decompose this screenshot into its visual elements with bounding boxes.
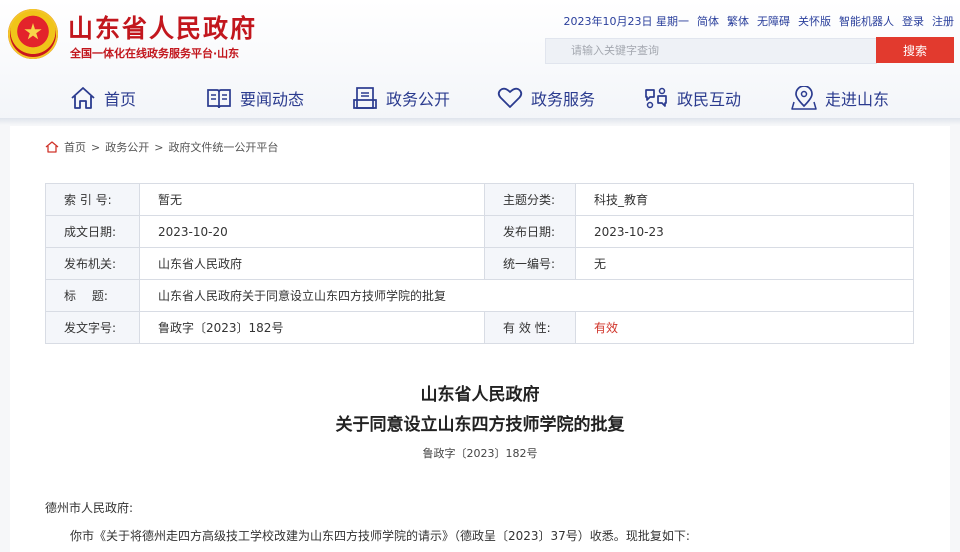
nav-item-interaction[interactable]: 政民互动 [643,78,741,118]
heart-icon [497,87,523,108]
breadcrumb-gov-affairs-open[interactable]: 政务公开 [105,139,149,155]
document-number-label: 发文字号: [45,311,140,344]
header-divider [0,118,960,125]
topic-category-value: 科技_教育 [575,183,914,216]
national-emblem-icon [8,9,58,59]
table-row: 发布机关: 山东省人民政府 统一编号: 无 [45,247,914,280]
register-link[interactable]: 注册 [932,13,954,29]
document-paragraph: 你市《关于将德州走四方高级技工学校改建为山东四方技师学院的请示》（德政呈〔202… [70,529,690,543]
breadcrumb-separator: > [154,140,164,154]
smart-robot-link[interactable]: 智能机器人 [839,13,894,29]
nav-label-gov-services: 政务服务 [531,90,596,109]
unified-number-value: 无 [575,247,914,280]
issuing-authority-label: 发布机关: [45,247,140,280]
nav-item-gov-affairs-open[interactable]: 政务公开 [352,78,450,118]
index-number-value: 暂无 [139,183,485,216]
validity-label: 有 效 性: [484,311,576,344]
table-row: 发文字号: 鲁政字〔2023〕182号 有 效 性: 有效 [45,311,914,344]
location-icon [791,86,817,110]
unified-number-label: 统一编号: [484,247,576,280]
site-header: 山东省人民政府 全国一体化在线政务服务平台·山东 2023年10月23日 星期一… [0,0,960,118]
table-row: 标 题: 山东省人民政府关于同意设立山东四方技师学院的批复 [45,279,914,312]
validity-value: 有效 [575,311,914,344]
search-button[interactable]: 搜索 [876,37,954,63]
breadcrumb-home[interactable]: 首页 [64,139,86,155]
nav-label-news: 要闻动态 [240,90,305,109]
accessibility-link[interactable]: 无障碍 [757,13,790,29]
traditional-chinese-link[interactable]: 繁体 [727,13,749,29]
simplified-chinese-link[interactable]: 简体 [697,13,719,29]
table-row: 索 引 号: 暂无 主题分类: 科技_教育 [45,183,914,216]
search-input[interactable] [546,39,881,61]
nav-label-home: 首页 [104,90,137,109]
nav-label-interaction: 政民互动 [677,90,742,109]
breadcrumb-gov-document-platform[interactable]: 政府文件统一公开平台 [168,139,278,155]
document-heading-issuer: 山东省人民政府 [420,385,540,405]
document-number: 鲁政字〔2023〕182号 [422,447,538,460]
breadcrumb: 首页 > 政务公开 > 政府文件统一公开平台 [45,139,278,155]
document-heading-title: 关于同意设立山东四方技师学院的批复 [335,415,625,435]
document-icon [353,87,377,109]
nav-item-gov-services[interactable]: 政务服务 [497,78,595,118]
index-number-label: 索 引 号: [45,183,140,216]
book-icon [207,89,231,109]
home-small-icon [45,141,59,153]
search-box [545,38,881,64]
document-metadata-table: 索 引 号: 暂无 主题分类: 科技_教育 成文日期: 2023-10-20 发… [45,183,914,344]
breadcrumb-separator: > [91,140,101,154]
current-date: 2023年10月23日 星期一 [563,15,690,28]
title-value: 山东省人民政府关于同意设立山东四方技师学院的批复 [139,279,914,312]
top-utility-bar: 2023年10月23日 星期一 简体 繁体 无障碍 关怀版 智能机器人 登录 注… [564,13,955,29]
written-date-label: 成文日期: [45,215,140,248]
elderly-care-version-link[interactable]: 关怀版 [798,13,831,29]
publish-date-label: 发布日期: [484,215,576,248]
login-link[interactable]: 登录 [902,13,924,29]
publish-date-value: 2023-10-23 [575,215,914,248]
nav-label-enter-shandong: 走进山东 [825,90,890,109]
nav-item-news[interactable]: 要闻动态 [206,78,304,118]
nav-label-gov-affairs-open: 政务公开 [386,90,451,109]
nav-item-enter-shandong[interactable]: 走进山东 [791,78,889,118]
content-panel: 首页 > 政务公开 > 政府文件统一公开平台 索 引 号: 暂无 主题分类: 科… [10,126,950,552]
site-subtitle: 全国一体化在线政务服务平台·山东 [70,47,240,60]
home-icon [71,87,95,109]
document-number-value: 鲁政字〔2023〕182号 [139,311,485,344]
site-title[interactable]: 山东省人民政府 [68,9,257,45]
table-row: 成文日期: 2023-10-20 发布日期: 2023-10-23 [45,215,914,248]
document-salutation: 德州市人民政府: [45,501,134,515]
title-label: 标 题: [45,279,140,312]
nav-item-home[interactable]: 首页 [70,78,136,118]
interaction-icon [645,87,667,109]
issuing-authority-value: 山东省人民政府 [139,247,485,280]
main-navigation: 首页 要闻动态 政务公开 政务服务 政民互动 走进山东 [0,78,960,118]
written-date-value: 2023-10-20 [139,215,485,248]
topic-category-label: 主题分类: [484,183,576,216]
